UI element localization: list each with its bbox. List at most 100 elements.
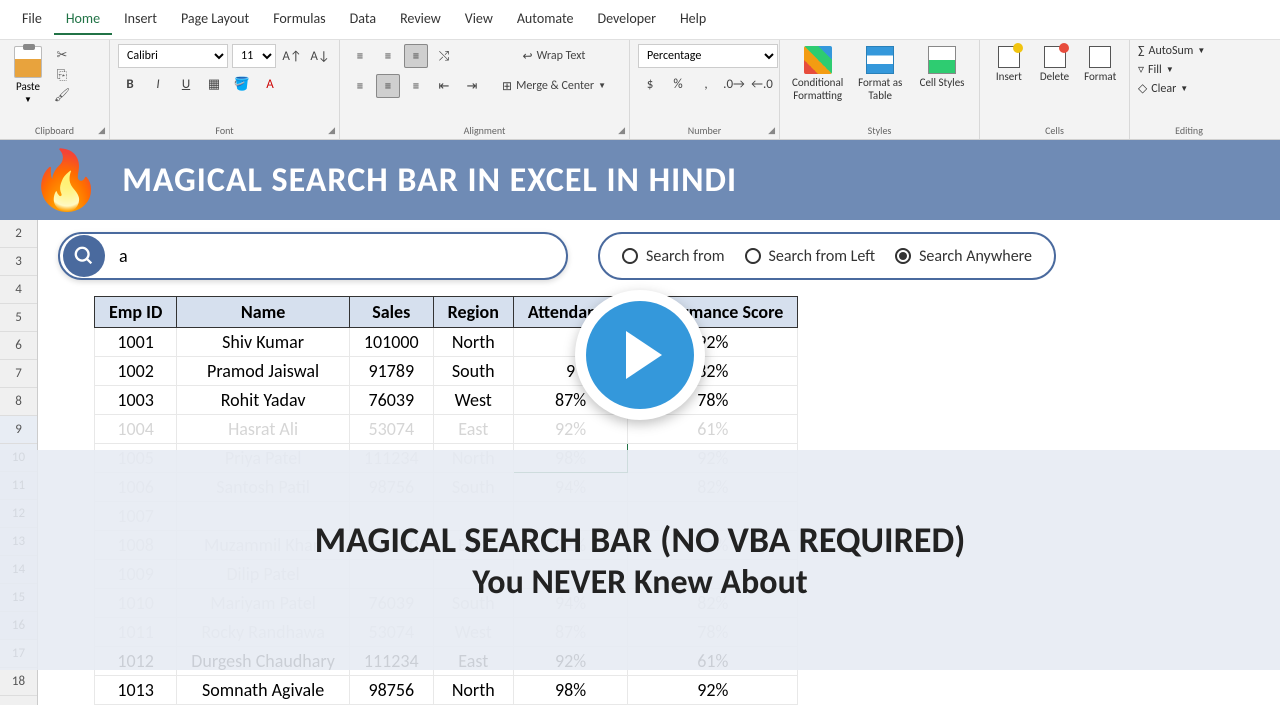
insert-icon xyxy=(998,46,1020,68)
table-cell[interactable]: 92% xyxy=(628,676,798,705)
table-cell[interactable]: North xyxy=(433,676,513,705)
table-cell[interactable]: 98756 xyxy=(349,676,433,705)
increase-indent-icon[interactable]: ⇥ xyxy=(460,74,484,98)
clear-button[interactable]: ◇Clear▼ xyxy=(1138,81,1188,96)
menu-home[interactable]: Home xyxy=(54,4,112,35)
table-cell[interactable]: 98% xyxy=(513,676,627,705)
align-top-icon[interactable]: ≡ xyxy=(348,44,372,68)
underline-button[interactable]: U xyxy=(174,72,198,96)
search-icon[interactable] xyxy=(63,235,105,277)
italic-button[interactable]: I xyxy=(146,72,170,96)
align-bottom-icon[interactable]: ≡ xyxy=(404,44,428,68)
row-header[interactable]: 2 xyxy=(0,220,37,248)
row-header[interactable]: 8 xyxy=(0,388,37,416)
row-header[interactable]: 18 xyxy=(0,668,37,696)
table-cell[interactable]: 61% xyxy=(628,415,798,444)
menu-pagelayout[interactable]: Page Layout xyxy=(169,4,261,35)
table-cell[interactable]: 1013 xyxy=(95,676,177,705)
merge-center-button[interactable]: ⊞Merge & Center▼ xyxy=(496,74,612,98)
table-cell[interactable]: East xyxy=(433,415,513,444)
radio-search-from-left[interactable]: Search from Left xyxy=(745,247,876,266)
font-color-icon[interactable]: A xyxy=(258,72,282,96)
fill-color-icon[interactable]: 🪣 xyxy=(230,72,254,96)
delete-cells-button[interactable]: Delete xyxy=(1034,44,1076,85)
menu-view[interactable]: View xyxy=(453,4,505,35)
table-cell[interactable]: 76039 xyxy=(349,386,433,415)
decrease-font-icon[interactable]: A↓ xyxy=(308,44,332,68)
table-cell[interactable]: 1003 xyxy=(95,386,177,415)
format-cells-button[interactable]: Format xyxy=(1079,44,1121,85)
format-painter-icon[interactable]: 🖌 xyxy=(52,86,72,104)
play-button[interactable] xyxy=(575,290,705,420)
radio-search-anywhere[interactable]: Search Anywhere xyxy=(895,247,1032,266)
table-cell[interactable]: West xyxy=(433,386,513,415)
row-header[interactable]: 6 xyxy=(0,332,37,360)
format-as-table-button[interactable]: Format as Table xyxy=(851,44,909,104)
menu-insert[interactable]: Insert xyxy=(112,4,169,35)
menu-formulas[interactable]: Formulas xyxy=(261,4,337,35)
menu-help[interactable]: Help xyxy=(668,4,718,35)
increase-font-icon[interactable]: A↑ xyxy=(280,44,304,68)
row-header[interactable]: 7 xyxy=(0,360,37,388)
table-cell[interactable]: South xyxy=(433,357,513,386)
table-header[interactable]: Region xyxy=(433,297,513,328)
table-header[interactable]: Name xyxy=(177,297,350,328)
align-middle-icon[interactable]: ≡ xyxy=(376,44,400,68)
autosum-button[interactable]: ∑AutoSum▼ xyxy=(1138,44,1205,58)
cut-icon[interactable]: ✂ xyxy=(52,46,72,64)
conditional-formatting-button[interactable]: Conditional Formatting xyxy=(788,44,847,104)
table-header[interactable]: Emp ID xyxy=(95,297,177,328)
align-right-icon[interactable]: ≡ xyxy=(404,74,428,98)
currency-icon[interactable]: $ xyxy=(638,72,662,96)
dialog-launcher-icon[interactable]: ◢ xyxy=(98,125,105,136)
bold-button[interactable]: B xyxy=(118,72,142,96)
table-cell[interactable]: 92% xyxy=(513,415,627,444)
dialog-launcher-icon[interactable]: ◢ xyxy=(328,125,335,136)
table-cell[interactable]: Shiv Kumar xyxy=(177,328,350,357)
table-cell[interactable]: Pramod Jaiswal xyxy=(177,357,350,386)
row-header[interactable]: 3 xyxy=(0,248,37,276)
comma-icon[interactable]: , xyxy=(694,72,718,96)
orientation-icon[interactable]: ⤭ xyxy=(432,44,456,68)
row-header[interactable]: 5 xyxy=(0,304,37,332)
table-header[interactable]: Sales xyxy=(349,297,433,328)
search-input[interactable] xyxy=(105,245,566,267)
table-cell[interactable]: Somnath Agivale xyxy=(177,676,350,705)
menu-automate[interactable]: Automate xyxy=(505,4,586,35)
dialog-launcher-icon[interactable]: ◢ xyxy=(618,125,625,136)
table-cell[interactable]: 1001 xyxy=(95,328,177,357)
table-cell[interactable]: Hasrat Ali xyxy=(177,415,350,444)
table-cell[interactable]: North xyxy=(433,328,513,357)
table-cell[interactable]: 101000 xyxy=(349,328,433,357)
paste-button[interactable]: Paste ▼ xyxy=(8,44,48,107)
border-icon[interactable]: ▦ xyxy=(202,72,226,96)
decrease-decimal-icon[interactable]: ←.0 xyxy=(750,72,774,96)
table-cell[interactable]: 53074 xyxy=(349,415,433,444)
group-label: Editing xyxy=(1130,124,1248,137)
row-header[interactable]: 9 xyxy=(0,416,37,444)
font-size-select[interactable]: 11 xyxy=(232,44,276,68)
cell-styles-button[interactable]: Cell Styles xyxy=(913,44,971,91)
menu-file[interactable]: File xyxy=(10,4,54,35)
insert-cells-button[interactable]: Insert xyxy=(988,44,1030,85)
table-cell[interactable]: 1004 xyxy=(95,415,177,444)
align-left-icon[interactable]: ≡ xyxy=(348,74,372,98)
increase-decimal-icon[interactable]: .0→ xyxy=(722,72,746,96)
menu-review[interactable]: Review xyxy=(388,4,453,35)
fill-button[interactable]: ▿Fill▼ xyxy=(1138,62,1174,77)
menu-developer[interactable]: Developer xyxy=(585,4,667,35)
copy-icon[interactable]: ⎘ xyxy=(52,66,72,84)
align-center-icon[interactable]: ≡ xyxy=(376,74,400,98)
font-name-select[interactable]: Calibri xyxy=(118,44,228,68)
row-header[interactable]: 4 xyxy=(0,276,37,304)
dialog-launcher-icon[interactable]: ◢ xyxy=(768,125,775,136)
table-cell[interactable]: Rohit Yadav xyxy=(177,386,350,415)
radio-search-from[interactable]: Search from xyxy=(622,247,725,266)
menu-data[interactable]: Data xyxy=(338,4,388,35)
table-cell[interactable]: 91789 xyxy=(349,357,433,386)
wrap-text-button[interactable]: ↩Wrap Text xyxy=(496,44,612,68)
percent-icon[interactable]: % xyxy=(666,72,690,96)
decrease-indent-icon[interactable]: ⇤ xyxy=(432,74,456,98)
table-cell[interactable]: 1002 xyxy=(95,357,177,386)
number-format-select[interactable]: Percentage xyxy=(638,44,778,68)
